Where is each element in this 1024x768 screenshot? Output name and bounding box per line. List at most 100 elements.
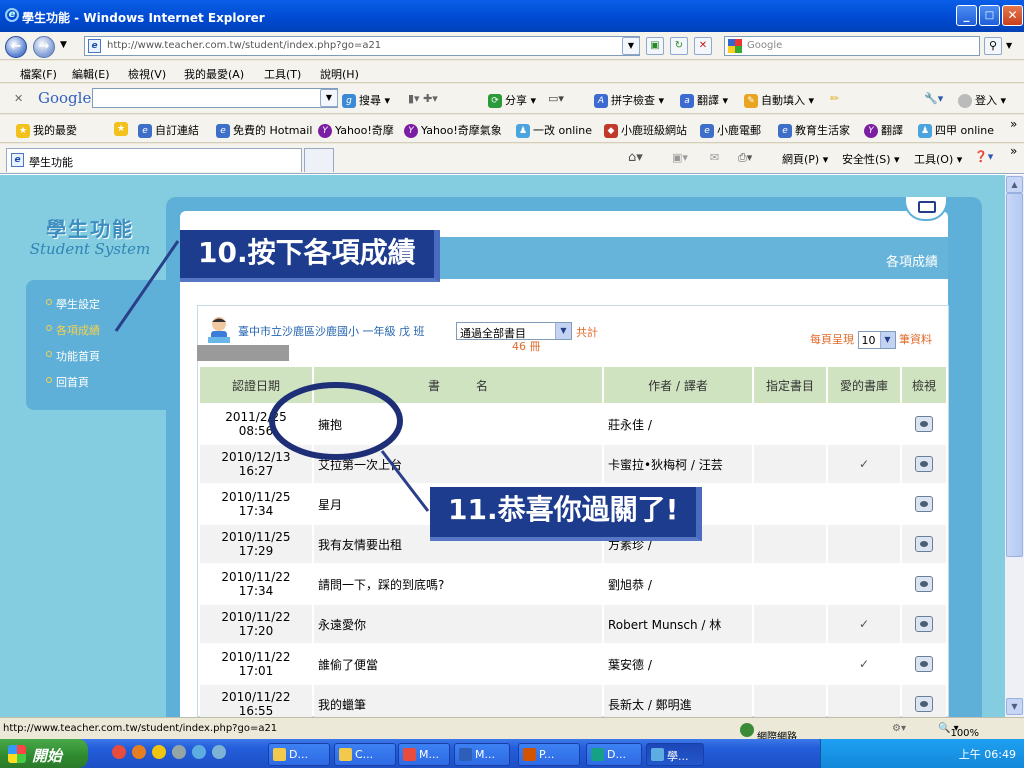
sidewiki-icon[interactable]: ▭▾ [548,92,564,105]
print-icon[interactable]: ⎙▾ [738,151,752,165]
address-bar[interactable]: e http://www.teacher.com.tw/student/inde… [84,36,640,56]
share-button[interactable]: ⟳ 分享 ▾ [488,92,536,108]
menu-bar: 檔案(F) 編輯(E) 檢視(V) 我的最愛(A) 工具(T) 說明(H) [0,61,1024,83]
fav-item-mail[interactable]: e 小鹿電郵 [700,122,761,138]
autofill-button[interactable]: ✎ 自動填入 ▾ [744,92,814,108]
page-icon: e [778,124,792,138]
quicklaunch-folder-icon[interactable] [152,745,166,759]
taskbar-button-m1[interactable]: M... [398,743,450,766]
fav-item-education[interactable]: e 教育生活家 [778,122,850,138]
address-url: http://www.teacher.com.tw/student/index.… [107,40,382,51]
menu-help[interactable]: 說明(H) [320,66,359,82]
settings-wrench-icon[interactable]: 🔧▾ [924,92,943,105]
back-button[interactable]: ← [5,36,27,58]
fav-item-hotmail[interactable]: e 免費的 Hotmail [216,122,312,138]
safety-menu[interactable]: 安全性(S) ▾ [842,151,900,167]
highlighter-icon[interactable]: ✏ [830,92,839,105]
refresh-icon[interactable]: ↻ [670,37,688,55]
taskbar-button-folder-c[interactable]: C... [334,743,396,766]
fav-item-class-online[interactable]: ♟ 四甲 online [918,122,994,138]
fav-item-yahoo-weather[interactable]: Y Yahoo!奇摩氣象 [404,122,502,138]
mail-icon[interactable]: ✉ [710,151,719,164]
page-content: 學生功能 Student System 學生設定 各項成績 功能首頁 回首頁 各… [0,175,1005,717]
search-icon[interactable]: ⚲ [984,37,1002,55]
google-toolbar-input[interactable] [92,88,338,108]
page-icon: e [216,124,230,138]
page-icon: e [88,39,101,53]
zoom-control[interactable]: 🔍 100% ▾ [938,723,979,739]
forward-button[interactable]: → [33,36,55,58]
command-overflow-icon[interactable]: » [1010,144,1017,158]
site-icon: ◆ [604,124,618,138]
google-logo: Google [38,89,92,107]
google-input-dropdown-icon[interactable]: ▼ [320,89,338,107]
menu-file[interactable]: 檔案(F) [20,66,57,82]
taskbar-button-word[interactable]: M... [454,743,510,766]
scroll-down-icon[interactable]: ▼ [1006,698,1023,715]
protected-mode-icon[interactable]: ⚙▾ [892,723,906,734]
quicklaunch-ie-icon[interactable] [192,745,206,759]
translate-icon: a [680,94,694,108]
home-icon[interactable]: ⌂▾ [628,150,643,165]
help-icon[interactable]: ❓▾ [974,150,993,163]
minimize-button[interactable]: _ [956,5,977,26]
word-icon [459,748,472,761]
search-input[interactable]: Google [724,36,980,56]
quicklaunch-app-icon[interactable] [112,745,126,759]
page-icon: e [700,124,714,138]
taskbar-button-d[interactable]: D... [586,743,642,766]
new-tab-button[interactable] [304,148,334,172]
google-search-button[interactable]: g 搜尋 ▾ [342,92,390,108]
callout-step-11: 11.恭喜你過關了! [430,487,703,541]
translate-button[interactable]: a 翻譯 ▾ [680,92,728,108]
tools-menu[interactable]: 工具(O) ▾ [914,151,962,167]
fav-item-yahoo[interactable]: Y Yahoo!奇摩 [318,122,394,138]
favorites-bar: ★ 我的最愛 ★ e 自訂連結 e 免費的 Hotmail Y Yahoo!奇摩 Y Ya… [0,115,1024,143]
tab-student-functions[interactable]: e 學生功能 [6,148,302,172]
tab-label: 學生功能 [29,156,73,169]
powerpoint-icon [523,748,536,761]
menu-edit[interactable]: 編輯(E) [72,66,110,82]
scroll-thumb[interactable] [1006,193,1023,557]
quicklaunch-app-icon[interactable] [172,745,186,759]
taskbar-button-folder-d[interactable]: D... [268,743,330,766]
status-zone: 網際網路 [740,723,797,743]
toolbar-close-icon[interactable]: ✕ [14,92,23,105]
address-dropdown-icon[interactable]: ▼ [622,37,640,55]
fav-item-translate[interactable]: Y 翻譯 [864,122,903,138]
quicklaunch-app-icon[interactable] [212,745,226,759]
scroll-up-icon[interactable]: ▲ [1006,176,1023,193]
fav-item-class-site[interactable]: ◆ 小鹿班級網站 [604,122,687,138]
spellcheck-button[interactable]: A 拼字檢查 ▾ [594,92,664,108]
ie-icon [651,748,664,761]
menu-view[interactable]: 檢視(V) [128,66,166,82]
yahoo-icon: Y [864,124,878,138]
add-favorite-icon[interactable]: ★ [114,122,131,136]
compat-view-icon[interactable]: ▣ [646,37,664,55]
clock[interactable]: 上午 06:49 [959,746,1016,762]
taskbar-button-powerpoint[interactable]: P... [518,743,580,766]
fav-item-custom-links[interactable]: e 自訂連結 [138,122,199,138]
quicklaunch-app-icon[interactable] [132,745,146,759]
page-menu[interactable]: 網頁(P) ▾ [782,151,828,167]
start-button[interactable]: 開始 [0,739,88,768]
highlight-circle [269,382,403,460]
status-bar: http://www.teacher.com.tw/student/index.… [0,717,1024,743]
favorites-overflow-icon[interactable]: » [1010,117,1017,131]
close-button[interactable]: ✕ [1002,5,1023,26]
history-dropdown-icon[interactable]: ▼ [60,40,67,50]
favorites-button[interactable]: ★ 我的最愛 [16,122,77,138]
search-options-icon[interactable]: ▼ [1006,41,1012,50]
toolbar-extra-icons[interactable]: ▮▾ ✚▾ [408,92,438,105]
menu-favorites[interactable]: 我的最愛(A) [184,66,244,82]
fav-item-online[interactable]: ♟ 一改 online [516,122,592,138]
stop-icon[interactable]: ✕ [694,37,712,55]
yahoo-icon: Y [318,124,332,138]
page-icon: e [138,124,152,138]
taskbar-button-ie[interactable]: 學... [646,743,704,766]
login-button[interactable]: 登入 ▾ [958,92,1006,108]
menu-tools[interactable]: 工具(T) [264,66,301,82]
maximize-button[interactable]: □ [979,5,1000,26]
feeds-icon[interactable]: ▣▾ [672,151,688,164]
vertical-scrollbar[interactable]: ▲ ▼ [1005,175,1024,717]
